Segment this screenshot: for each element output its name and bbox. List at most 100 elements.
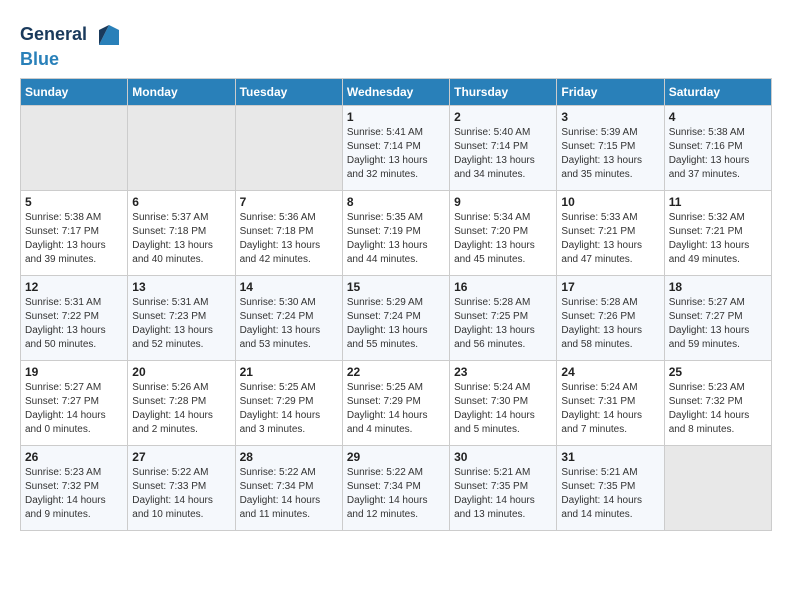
logo: General Blue (20, 20, 124, 70)
day-number: 4 (669, 110, 767, 124)
calendar-day-cell: 4 Sunrise: 5:38 AM Sunset: 7:16 PM Dayli… (664, 105, 771, 190)
day-info: Sunrise: 5:25 AM Sunset: 7:29 PM Dayligh… (240, 381, 338, 437)
day-info: Sunrise: 5:24 AM Sunset: 7:31 PM Dayligh… (561, 381, 659, 437)
day-info: Sunrise: 5:37 AM Sunset: 7:18 PM Dayligh… (132, 211, 230, 267)
calendar-day-cell: 15 Sunrise: 5:29 AM Sunset: 7:24 PM Dayl… (342, 275, 449, 360)
calendar-day-cell: 8 Sunrise: 5:35 AM Sunset: 7:19 PM Dayli… (342, 190, 449, 275)
calendar-day-cell: 3 Sunrise: 5:39 AM Sunset: 7:15 PM Dayli… (557, 105, 664, 190)
calendar-day-cell: 5 Sunrise: 5:38 AM Sunset: 7:17 PM Dayli… (21, 190, 128, 275)
day-info: Sunrise: 5:36 AM Sunset: 7:18 PM Dayligh… (240, 211, 338, 267)
day-number: 1 (347, 110, 445, 124)
day-info: Sunrise: 5:38 AM Sunset: 7:17 PM Dayligh… (25, 211, 123, 267)
day-info: Sunrise: 5:34 AM Sunset: 7:20 PM Dayligh… (454, 211, 552, 267)
calendar-day-cell: 9 Sunrise: 5:34 AM Sunset: 7:20 PM Dayli… (450, 190, 557, 275)
weekday-header: Thursday (450, 78, 557, 105)
day-number: 28 (240, 450, 338, 464)
calendar-day-cell: 17 Sunrise: 5:28 AM Sunset: 7:26 PM Dayl… (557, 275, 664, 360)
calendar-day-cell (128, 105, 235, 190)
day-info: Sunrise: 5:39 AM Sunset: 7:15 PM Dayligh… (561, 126, 659, 182)
calendar-day-cell (664, 445, 771, 530)
calendar-day-cell: 2 Sunrise: 5:40 AM Sunset: 7:14 PM Dayli… (450, 105, 557, 190)
day-number: 20 (132, 365, 230, 379)
day-number: 12 (25, 280, 123, 294)
day-info: Sunrise: 5:40 AM Sunset: 7:14 PM Dayligh… (454, 126, 552, 182)
day-info: Sunrise: 5:27 AM Sunset: 7:27 PM Dayligh… (25, 381, 123, 437)
day-info: Sunrise: 5:23 AM Sunset: 7:32 PM Dayligh… (25, 466, 123, 522)
calendar-day-cell: 20 Sunrise: 5:26 AM Sunset: 7:28 PM Dayl… (128, 360, 235, 445)
day-number: 29 (347, 450, 445, 464)
day-number: 3 (561, 110, 659, 124)
day-info: Sunrise: 5:28 AM Sunset: 7:26 PM Dayligh… (561, 296, 659, 352)
day-number: 27 (132, 450, 230, 464)
calendar-day-cell: 18 Sunrise: 5:27 AM Sunset: 7:27 PM Dayl… (664, 275, 771, 360)
day-number: 11 (669, 195, 767, 209)
weekday-header: Saturday (664, 78, 771, 105)
day-info: Sunrise: 5:23 AM Sunset: 7:32 PM Dayligh… (669, 381, 767, 437)
day-number: 25 (669, 365, 767, 379)
calendar-table: SundayMondayTuesdayWednesdayThursdayFrid… (20, 78, 772, 531)
day-info: Sunrise: 5:24 AM Sunset: 7:30 PM Dayligh… (454, 381, 552, 437)
calendar-day-cell: 13 Sunrise: 5:31 AM Sunset: 7:23 PM Dayl… (128, 275, 235, 360)
day-info: Sunrise: 5:28 AM Sunset: 7:25 PM Dayligh… (454, 296, 552, 352)
calendar-week-row: 26 Sunrise: 5:23 AM Sunset: 7:32 PM Dayl… (21, 445, 772, 530)
day-number: 14 (240, 280, 338, 294)
calendar-day-cell: 27 Sunrise: 5:22 AM Sunset: 7:33 PM Dayl… (128, 445, 235, 530)
calendar-day-cell (235, 105, 342, 190)
weekday-header-row: SundayMondayTuesdayWednesdayThursdayFrid… (21, 78, 772, 105)
calendar-day-cell: 10 Sunrise: 5:33 AM Sunset: 7:21 PM Dayl… (557, 190, 664, 275)
day-info: Sunrise: 5:21 AM Sunset: 7:35 PM Dayligh… (454, 466, 552, 522)
calendar-day-cell (21, 105, 128, 190)
weekday-header: Sunday (21, 78, 128, 105)
calendar-day-cell: 14 Sunrise: 5:30 AM Sunset: 7:24 PM Dayl… (235, 275, 342, 360)
day-info: Sunrise: 5:35 AM Sunset: 7:19 PM Dayligh… (347, 211, 445, 267)
day-info: Sunrise: 5:32 AM Sunset: 7:21 PM Dayligh… (669, 211, 767, 267)
day-info: Sunrise: 5:29 AM Sunset: 7:24 PM Dayligh… (347, 296, 445, 352)
day-number: 23 (454, 365, 552, 379)
calendar-day-cell: 21 Sunrise: 5:25 AM Sunset: 7:29 PM Dayl… (235, 360, 342, 445)
calendar-day-cell: 12 Sunrise: 5:31 AM Sunset: 7:22 PM Dayl… (21, 275, 128, 360)
day-number: 22 (347, 365, 445, 379)
calendar-day-cell: 23 Sunrise: 5:24 AM Sunset: 7:30 PM Dayl… (450, 360, 557, 445)
day-number: 31 (561, 450, 659, 464)
day-info: Sunrise: 5:26 AM Sunset: 7:28 PM Dayligh… (132, 381, 230, 437)
day-number: 2 (454, 110, 552, 124)
calendar-day-cell: 30 Sunrise: 5:21 AM Sunset: 7:35 PM Dayl… (450, 445, 557, 530)
day-number: 17 (561, 280, 659, 294)
day-info: Sunrise: 5:27 AM Sunset: 7:27 PM Dayligh… (669, 296, 767, 352)
day-info: Sunrise: 5:33 AM Sunset: 7:21 PM Dayligh… (561, 211, 659, 267)
weekday-header: Friday (557, 78, 664, 105)
day-info: Sunrise: 5:22 AM Sunset: 7:34 PM Dayligh… (240, 466, 338, 522)
day-number: 21 (240, 365, 338, 379)
day-number: 30 (454, 450, 552, 464)
calendar-day-cell: 1 Sunrise: 5:41 AM Sunset: 7:14 PM Dayli… (342, 105, 449, 190)
day-info: Sunrise: 5:30 AM Sunset: 7:24 PM Dayligh… (240, 296, 338, 352)
calendar-day-cell: 19 Sunrise: 5:27 AM Sunset: 7:27 PM Dayl… (21, 360, 128, 445)
day-number: 16 (454, 280, 552, 294)
weekday-header: Tuesday (235, 78, 342, 105)
day-number: 9 (454, 195, 552, 209)
day-info: Sunrise: 5:21 AM Sunset: 7:35 PM Dayligh… (561, 466, 659, 522)
day-info: Sunrise: 5:31 AM Sunset: 7:23 PM Dayligh… (132, 296, 230, 352)
day-number: 18 (669, 280, 767, 294)
calendar-week-row: 19 Sunrise: 5:27 AM Sunset: 7:27 PM Dayl… (21, 360, 772, 445)
header: General Blue (20, 20, 772, 70)
day-info: Sunrise: 5:41 AM Sunset: 7:14 PM Dayligh… (347, 126, 445, 182)
day-number: 13 (132, 280, 230, 294)
calendar-day-cell: 7 Sunrise: 5:36 AM Sunset: 7:18 PM Dayli… (235, 190, 342, 275)
day-info: Sunrise: 5:38 AM Sunset: 7:16 PM Dayligh… (669, 126, 767, 182)
calendar-day-cell: 26 Sunrise: 5:23 AM Sunset: 7:32 PM Dayl… (21, 445, 128, 530)
day-info: Sunrise: 5:22 AM Sunset: 7:34 PM Dayligh… (347, 466, 445, 522)
day-number: 26 (25, 450, 123, 464)
logo-icon (94, 20, 124, 50)
day-number: 10 (561, 195, 659, 209)
day-number: 19 (25, 365, 123, 379)
day-info: Sunrise: 5:22 AM Sunset: 7:33 PM Dayligh… (132, 466, 230, 522)
day-number: 15 (347, 280, 445, 294)
day-number: 8 (347, 195, 445, 209)
calendar-week-row: 12 Sunrise: 5:31 AM Sunset: 7:22 PM Dayl… (21, 275, 772, 360)
calendar-day-cell: 29 Sunrise: 5:22 AM Sunset: 7:34 PM Dayl… (342, 445, 449, 530)
calendar-week-row: 1 Sunrise: 5:41 AM Sunset: 7:14 PM Dayli… (21, 105, 772, 190)
calendar-day-cell: 31 Sunrise: 5:21 AM Sunset: 7:35 PM Dayl… (557, 445, 664, 530)
calendar-day-cell: 22 Sunrise: 5:25 AM Sunset: 7:29 PM Dayl… (342, 360, 449, 445)
day-info: Sunrise: 5:25 AM Sunset: 7:29 PM Dayligh… (347, 381, 445, 437)
